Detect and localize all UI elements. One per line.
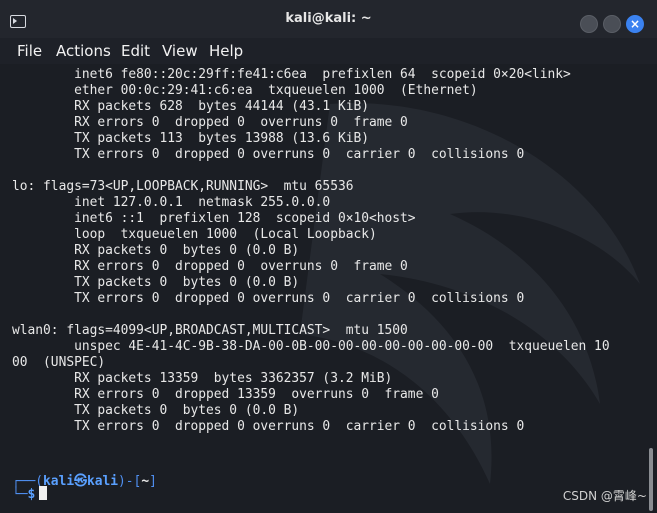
vertical-scrollbar[interactable] <box>649 448 653 511</box>
terminal-line: TX packets 113 bytes 13988 (13.6 KiB) <box>12 131 369 146</box>
terminal-line: TX errors 0 dropped 0 overruns 0 carrier… <box>12 291 525 306</box>
prompt-user: kali <box>43 474 75 489</box>
terminal-line: RX packets 0 bytes 0 (0.0 B) <box>12 243 300 258</box>
terminal-line: RX errors 0 dropped 0 overruns 0 frame 0 <box>12 115 408 130</box>
terminal-line: RX packets 13359 bytes 3362357 (3.2 MiB) <box>12 371 393 386</box>
menu-actions[interactable]: Actions <box>56 42 111 60</box>
command-output: inet6 fe80::20c:29ff:fe41:c6ea prefixlen… <box>12 67 610 435</box>
terminal-line: unspec 4E-41-4C-9B-38-DA-00-0B-00-00-00-… <box>12 339 610 354</box>
menu-bar: File Actions Edit View Help <box>0 38 657 64</box>
terminal-output-area[interactable]: inet6 fe80::20c:29ff:fe41:c6ea prefixlen… <box>0 64 657 513</box>
window-title: kali@kali: ~ <box>285 11 372 26</box>
terminal-line: TX packets 0 bytes 0 (0.0 B) <box>12 403 300 418</box>
terminal-line: RX errors 0 dropped 13359 overruns 0 fra… <box>12 387 439 402</box>
menu-file[interactable]: File <box>17 42 42 60</box>
terminal-window: kali@kali: ~ × File Actions Edit View He… <box>0 0 657 513</box>
terminal-line: TX errors 0 dropped 0 overruns 0 carrier… <box>12 147 525 162</box>
terminal-line: RX errors 0 dropped 0 overruns 0 frame 0 <box>12 259 408 274</box>
prompt-host: kali <box>86 474 119 489</box>
terminal-line: TX errors 0 dropped 0 overruns 0 carrier… <box>12 419 525 434</box>
prompt-dollar: $ <box>27 487 36 502</box>
terminal-line: ether 00:0c:29:41:c6:ea txqueuelen 1000 … <box>12 83 478 98</box>
terminal-line: inet6 fe80::20c:29ff:fe41:c6ea prefixlen… <box>12 67 571 82</box>
terminal-line: inet6 ::1 prefixlen 128 scopeid 0×10<hos… <box>12 211 416 226</box>
terminal-line: RX packets 628 bytes 44144 (43.1 KiB) <box>12 99 369 114</box>
terminal-line: 00 (UNSPEC) <box>12 355 106 370</box>
terminal-line: loop txqueuelen 1000 (Local Loopback) <box>12 227 377 242</box>
prompt-path: ~ <box>141 474 150 489</box>
close-button[interactable]: × <box>626 15 644 33</box>
csdn-watermark: CSDN @霄峰~ <box>562 489 647 503</box>
prompt-at-symbol: ㉿ <box>74 474 87 489</box>
terminal-line: wlan0: flags=4099<UP,BROADCAST,MULTICAST… <box>12 323 408 338</box>
terminal-line: lo: flags=73<UP,LOOPBACK,RUNNING> mtu 65… <box>12 179 354 194</box>
maximize-button[interactable] <box>603 15 621 33</box>
title-bar[interactable]: kali@kali: ~ × <box>0 0 657 39</box>
menu-view[interactable]: View <box>162 42 198 60</box>
terminal-line: inet 127.0.0.1 netmask 255.0.0.0 <box>12 195 331 210</box>
terminal-line: TX packets 0 bytes 0 (0.0 B) <box>12 275 300 290</box>
text-cursor <box>39 486 48 500</box>
menu-edit[interactable]: Edit <box>121 42 150 60</box>
menu-help[interactable]: Help <box>209 42 243 60</box>
prompt-line-2[interactable]: └─$ <box>12 486 48 502</box>
minimize-button[interactable] <box>580 15 598 33</box>
